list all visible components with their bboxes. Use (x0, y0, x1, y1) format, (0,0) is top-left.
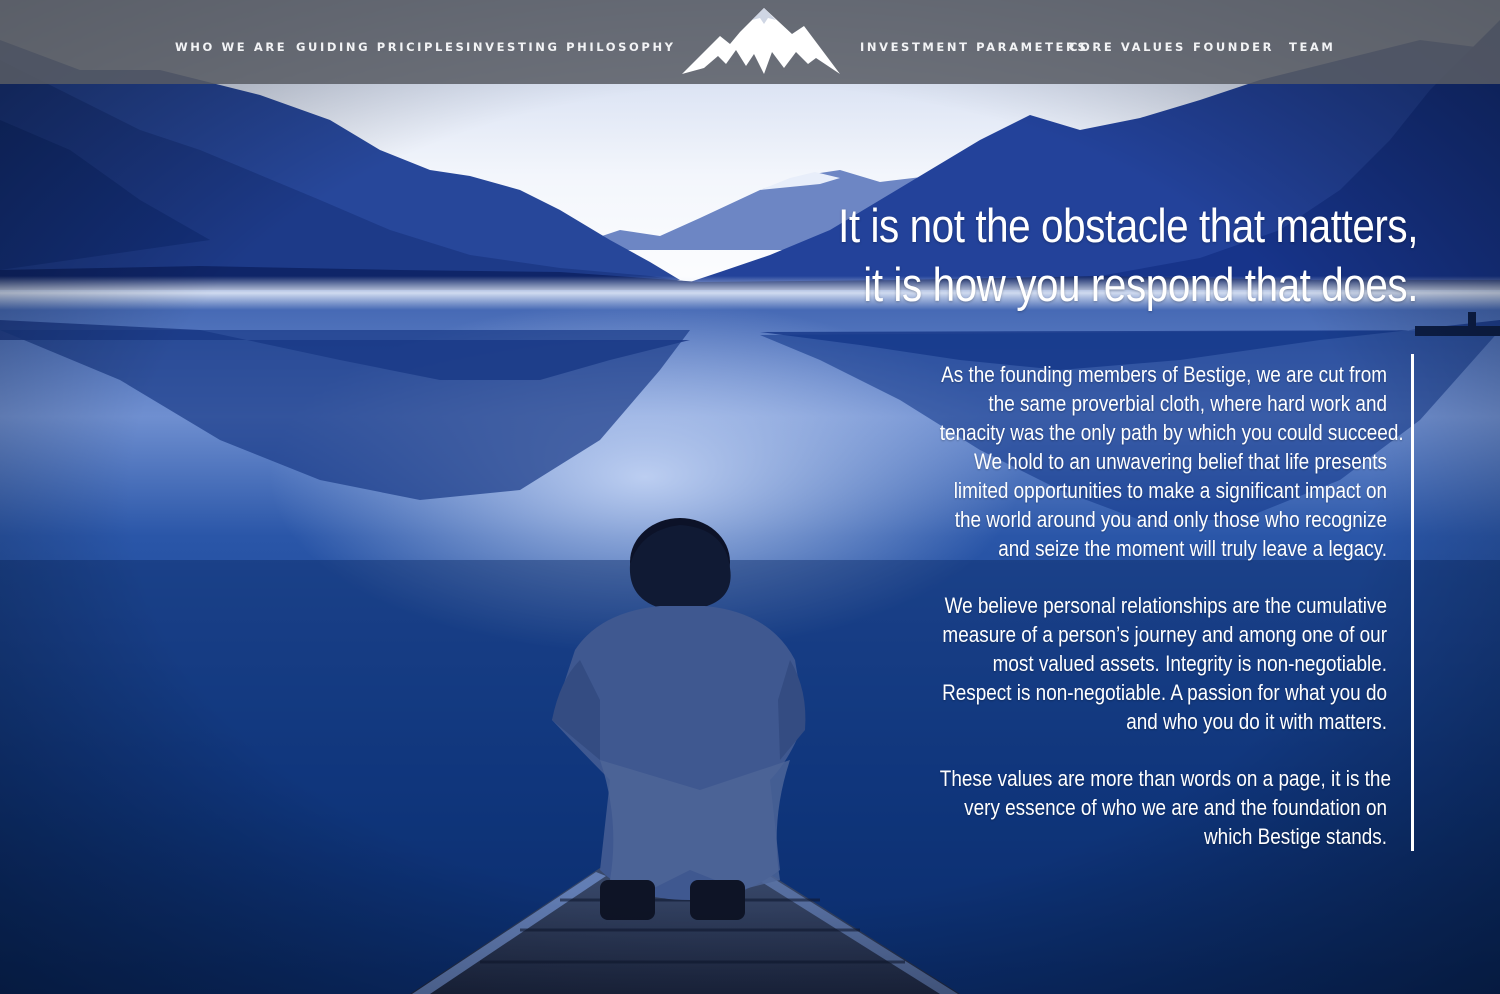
text-line: the same proverbial cloth, where hard wo… (988, 391, 1387, 416)
values-statement: As the founding members of Bestige, we a… (939, 360, 1404, 879)
nav-investment-parameters[interactable]: INVESTMENT PARAMETERS (860, 40, 1088, 54)
hero-headline: It is not the obstacle that matters, it … (816, 196, 1418, 314)
text-line: and who you do it with matters. (1126, 709, 1387, 734)
text-line: Respect is non-negotiable. A passion for… (942, 680, 1387, 705)
text-line: These values are more than words on a pa… (939, 766, 1391, 791)
headline-line-2: it is how you respond that does. (863, 258, 1418, 311)
text-line: limited opportunities to make a signific… (953, 478, 1387, 503)
paragraph-1: As the founding members of Bestige, we a… (939, 360, 1404, 563)
nav-core-values[interactable]: CORE VALUES (1069, 40, 1186, 54)
text-line: We believe personal relationships are th… (944, 593, 1387, 618)
nav-guiding-principles[interactable]: GUIDING PRICIPLES (296, 40, 466, 54)
nav-founder[interactable]: FOUNDER (1193, 40, 1274, 54)
vertical-divider (1411, 354, 1414, 851)
main-navigation: WHO WE ARE GUIDING PRICIPLES INVESTING P… (0, 0, 1500, 84)
text-line: which Bestige stands. (1204, 824, 1387, 849)
text-line: As the founding members of Bestige, we a… (941, 362, 1387, 387)
mountain-logo-icon[interactable] (680, 6, 842, 78)
paragraph-2: We believe personal relationships are th… (940, 591, 1387, 736)
text-line: very essence of who we are and the found… (964, 795, 1387, 820)
page: WHO WE ARE GUIDING PRICIPLES INVESTING P… (0, 0, 1500, 994)
nav-investing-philosophy[interactable]: INVESTING PHILOSOPHY (466, 40, 676, 54)
text-line: most valued assets. Integrity is non-neg… (992, 651, 1387, 676)
text-line: the world around you and only those who … (954, 507, 1387, 532)
nav-team[interactable]: TEAM (1289, 40, 1335, 54)
nav-who-we-are[interactable]: WHO WE ARE (175, 40, 287, 54)
text-line: and seize the moment will truly leave a … (998, 536, 1387, 561)
text-line: measure of a person’s journey and among … (942, 622, 1387, 647)
text-line: tenacity was the only path by which you … (939, 420, 1404, 445)
headline-line-1: It is not the obstacle that matters, (838, 199, 1418, 252)
paragraph-3: These values are more than words on a pa… (939, 764, 1391, 851)
text-line: We hold to an unwavering belief that lif… (974, 449, 1387, 474)
